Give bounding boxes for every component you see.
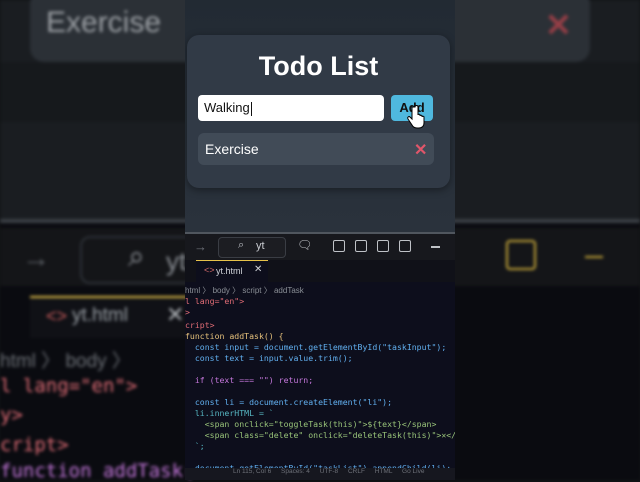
- delete-icon[interactable]: ✕: [414, 140, 427, 160]
- bg-breadcrumb: html 〉 body 〉: [0, 351, 131, 372]
- bg-code-line: cript>: [0, 434, 69, 456]
- task-text[interactable]: Exercise: [205, 141, 259, 157]
- search-text: yt: [256, 240, 265, 252]
- status-spaces[interactable]: Spaces: 4: [281, 468, 310, 475]
- status-eol[interactable]: CRLF: [348, 468, 365, 475]
- secondary-sidebar-icon[interactable]: [399, 240, 411, 252]
- close-icon[interactable]: ✕: [254, 264, 262, 275]
- status-language[interactable]: HTML: [375, 468, 392, 475]
- code-line: <span onclick="toggleTask(this)">${text}…: [185, 419, 437, 429]
- bg-delete-icon: ✕: [545, 7, 572, 43]
- layout-icon[interactable]: [333, 240, 345, 252]
- code-line: const input = document.getElementById("t…: [185, 342, 447, 352]
- breadcrumb-item[interactable]: addTask: [274, 286, 304, 295]
- task-input[interactable]: Walking: [198, 95, 384, 121]
- code-line: const li = document.createElement("li");: [185, 397, 393, 407]
- back-arrow-icon[interactable]: →: [194, 239, 207, 254]
- minimize-icon[interactable]: [431, 246, 440, 248]
- code-line: function addTask() {: [185, 331, 284, 341]
- code-line: const text = input.value.trim();: [185, 353, 353, 363]
- code-line: >: [185, 307, 190, 317]
- panel-toggle-icon[interactable]: [377, 240, 389, 252]
- breadcrumb-item[interactable]: html: [185, 286, 200, 295]
- command-search[interactable]: [218, 237, 286, 258]
- bg-search-text: yt: [166, 246, 187, 276]
- code-line: <span class="delete" onclick="deleteTask…: [185, 430, 455, 440]
- status-golive[interactable]: Go Live: [402, 468, 424, 475]
- todo-card: Todo List Walking Add Exercise ✕: [187, 35, 450, 188]
- bg-task-text: Exercise: [46, 6, 162, 39]
- bg-minimize-icon: [585, 256, 603, 258]
- bg-code-line: y>: [0, 404, 23, 426]
- breadcrumb-item[interactable]: body: [213, 286, 230, 295]
- bg-html-file-icon: <>: [46, 306, 68, 326]
- sidebar-toggle-icon[interactable]: [355, 240, 367, 252]
- code-line: cript>: [185, 320, 215, 330]
- status-encoding[interactable]: UTF-8: [320, 468, 338, 475]
- bg-tab-label: yt.html: [72, 305, 128, 326]
- tab-yt-html[interactable]: <> yt.html ✕: [196, 260, 268, 282]
- code-editor: → ⌕ yt 🗨 <> yt.html ✕ html 〉 body 〉 scri…: [185, 234, 455, 480]
- breadcrumb: html 〉 body 〉 script 〉 addTask: [185, 286, 304, 295]
- chat-icon[interactable]: 🗨: [297, 238, 312, 252]
- bg-close-icon: ✕: [166, 302, 185, 327]
- hand-cursor-icon: [407, 105, 425, 136]
- code-line: li.innerHTML = `: [185, 408, 274, 418]
- code-line: `;: [185, 441, 205, 451]
- code-line: if (text === "") return;: [185, 375, 314, 385]
- bg-code-line: function addTask(: [0, 460, 195, 482]
- bg-back-arrow-icon: →: [22, 242, 50, 273]
- task-input-value: Walking: [204, 100, 250, 115]
- page-title: Todo List: [258, 51, 379, 81]
- status-bar: Ln 115, Col 6 Spaces: 4 UTF-8 CRLF HTML …: [185, 468, 455, 480]
- status-position[interactable]: Ln 115, Col 6: [233, 468, 271, 475]
- bg-code-line: l lang="en">: [0, 375, 138, 397]
- breadcrumb-item[interactable]: script: [242, 286, 261, 295]
- bg-layout-icon: [506, 240, 536, 270]
- search-icon: ⌕: [238, 239, 245, 251]
- tab-label: yt.html: [216, 266, 243, 276]
- text-caret: [250, 101, 252, 116]
- code-line: l lang="en">: [185, 296, 245, 306]
- html-file-icon: <>: [204, 265, 215, 275]
- task-item[interactable]: Exercise ✕: [198, 133, 434, 165]
- center-panel: Todo List Walking Add Exercise ✕ → ⌕ yt …: [185, 0, 455, 480]
- bg-search-icon: ⌕: [128, 240, 145, 273]
